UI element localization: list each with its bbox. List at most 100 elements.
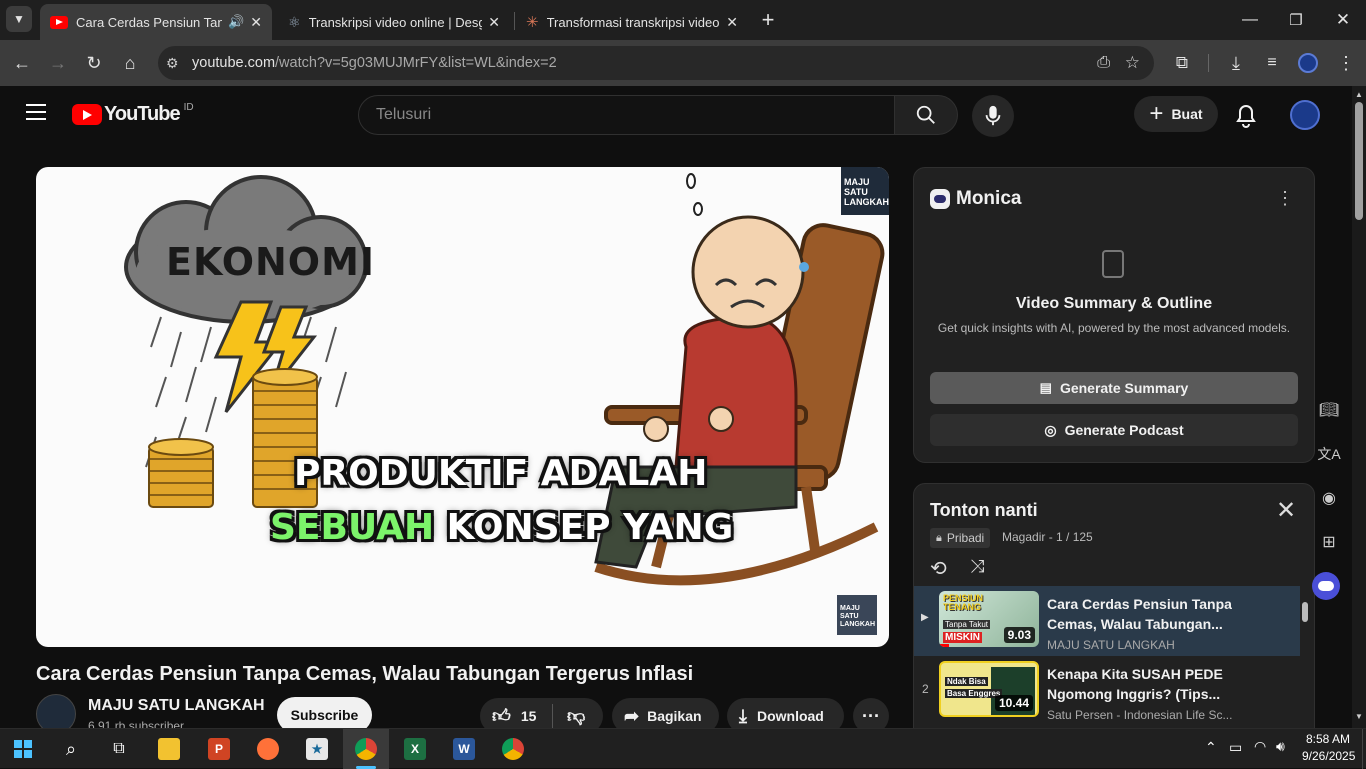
- wifi-icon[interactable]: ◠: [1254, 738, 1266, 755]
- new-tab-button[interactable]: +: [754, 6, 782, 34]
- like-button[interactable]: 👍︎ 15: [480, 705, 552, 727]
- address-bar[interactable]: ⚙ youtube.com/watch?v=5g03MUJMrFY&list=W…: [158, 46, 1154, 80]
- battery-icon[interactable]: ▭: [1229, 739, 1242, 756]
- privacy-label: Pribadi: [946, 531, 985, 545]
- download-label: Download: [756, 708, 824, 724]
- playlist-scrollbar[interactable]: [1302, 602, 1308, 622]
- share-icon: ➦: [624, 705, 640, 726]
- scrollbar-thumb[interactable]: [1355, 102, 1363, 220]
- hamburger-menu-icon[interactable]: [26, 104, 46, 120]
- summary-icon: ▤: [1039, 380, 1052, 395]
- file-explorer-icon[interactable]: [146, 729, 192, 769]
- voice-search-button[interactable]: [972, 95, 1014, 137]
- reader-book-icon[interactable]: 📖︎: [1314, 395, 1344, 425]
- tab-youtube[interactable]: Cara Cerdas Pensiun Tanpa Cemas 🔊 ✕: [40, 4, 272, 40]
- chrome-active-icon[interactable]: [343, 729, 389, 769]
- playlist-item-title: Cara Cerdas Pensiun Tanpa Cemas, Walau T…: [1047, 596, 1232, 632]
- close-playlist-icon[interactable]: ✕: [1276, 496, 1296, 525]
- channel-name[interactable]: MAJU SATU LANGKAH: [88, 697, 265, 715]
- youtube-logo[interactable]: YouTube ID: [72, 102, 194, 126]
- restore-button[interactable]: ❐: [1282, 6, 1310, 34]
- toolbar-divider: [1208, 54, 1209, 72]
- firefox-icon[interactable]: [245, 729, 291, 769]
- volume-icon[interactable]: 🔊︎: [1276, 738, 1285, 755]
- bookmark-app-icon[interactable]: ★: [294, 729, 340, 769]
- playlist-title[interactable]: Tonton nanti: [930, 500, 1038, 521]
- clock-time[interactable]: 8:58 AM: [1306, 732, 1350, 746]
- back-button[interactable]: ←: [8, 49, 36, 77]
- show-desktop-button[interactable]: [1362, 729, 1366, 769]
- thumb-text-top: PENSIUN TENANG: [943, 593, 984, 612]
- caption-rest: KONSEP YANG: [446, 507, 734, 548]
- account-avatar[interactable]: [1290, 100, 1320, 130]
- channel-avatar[interactable]: [36, 694, 76, 728]
- minimize-button[interactable]: —: [1236, 6, 1264, 34]
- thumbs-down-icon: 👎︎: [567, 706, 586, 726]
- scroll-up-arrow[interactable]: ▲: [1355, 90, 1363, 99]
- tab-search-button[interactable]: ▼: [6, 6, 32, 32]
- task-view-icon[interactable]: ⧉: [96, 729, 142, 769]
- close-tab-icon[interactable]: ✕: [726, 14, 738, 31]
- extensions-icon[interactable]: ⧉: [1168, 49, 1196, 77]
- playlist-item[interactable]: ▶ PENSIUN TENANG Tanpa Takut MISKIN 9.03…: [914, 586, 1300, 656]
- generate-summary-button[interactable]: ▤ Generate Summary: [930, 372, 1298, 404]
- close-tab-icon[interactable]: ✕: [250, 14, 262, 31]
- video-player[interactable]: EKONOMI PRODUKTIF ADALAH SEBUAH KONSEP Y…: [36, 167, 889, 647]
- playlist-item[interactable]: 2 Ndak Bisa Basa Enggres 10.44 Kenapa Ki…: [914, 656, 1300, 726]
- media-control-icon[interactable]: ≡: [1258, 49, 1286, 77]
- more-actions-button[interactable]: ···: [853, 698, 889, 728]
- monica-launcher-icon[interactable]: [1312, 572, 1340, 600]
- create-button[interactable]: + Buat: [1134, 96, 1218, 132]
- scroll-down-arrow[interactable]: ▼: [1355, 712, 1363, 721]
- tab-transformasi[interactable]: ✳ Transformasi transkripsi video m ✕: [516, 4, 748, 40]
- subscribe-button[interactable]: Subscribe: [277, 697, 372, 728]
- download-icon: ⤓: [739, 705, 747, 726]
- close-window-button[interactable]: ✕: [1329, 6, 1357, 34]
- install-app-icon[interactable]: ⎙: [1097, 54, 1110, 72]
- show-hidden-icons[interactable]: ⌃: [1205, 739, 1217, 756]
- monica-logo-icon: [930, 189, 950, 209]
- forward-button[interactable]: →: [44, 49, 72, 77]
- notifications-bell-icon[interactable]: [1234, 102, 1258, 133]
- taskbar-search-icon[interactable]: ⌕: [48, 729, 94, 769]
- thumb-text-top: Ndak Bisa: [945, 677, 988, 686]
- channel-watermark-bottom[interactable]: MAJU SATU LANGKAH: [837, 595, 877, 635]
- audio-playing-icon[interactable]: 🔊: [228, 14, 244, 30]
- page-scrollbar[interactable]: ▲ ▼: [1352, 86, 1366, 728]
- apps-grid-icon[interactable]: ⊞: [1314, 527, 1344, 557]
- loop-icon[interactable]: ⟲: [930, 556, 947, 581]
- playlist-meta: Magadir - 1 / 125: [1002, 530, 1093, 544]
- url-host: youtube.com: [192, 55, 276, 71]
- search-input[interactable]: Telusuri: [358, 95, 895, 135]
- shuffle-icon[interactable]: ⤨: [970, 556, 984, 577]
- share-label: Bagikan: [647, 708, 702, 724]
- downloads-icon[interactable]: ⤓: [1222, 49, 1250, 77]
- profile-avatar[interactable]: [1294, 49, 1322, 77]
- site-info-icon[interactable]: ⚙: [166, 55, 188, 72]
- clock-date[interactable]: 9/26/2025: [1302, 749, 1355, 763]
- search-button[interactable]: [894, 95, 958, 135]
- share-button[interactable]: ➦ Bagikan: [612, 698, 719, 728]
- powerpoint-icon[interactable]: P: [196, 729, 242, 769]
- chrome-profile-icon[interactable]: [490, 729, 536, 769]
- dislike-button[interactable]: 👎︎: [553, 705, 585, 727]
- playlist-item-channel: MAJU SATU LANGKAH: [1047, 638, 1175, 652]
- browser-menu-icon[interactable]: ⋮: [1332, 49, 1360, 77]
- close-tab-icon[interactable]: ✕: [488, 14, 500, 31]
- generate-podcast-button[interactable]: ◎ Generate Podcast: [930, 414, 1298, 446]
- word-icon[interactable]: W: [441, 729, 487, 769]
- reload-button[interactable]: ↻: [80, 49, 108, 77]
- windows-taskbar: ⌕ ⧉ P ★ X W ⌃ ▭ ◠ 🔊︎ 8:58 AM 9/26/2025: [0, 728, 1366, 769]
- tab-transkripsi[interactable]: ⚛ Transkripsi video online | Desgn ✕: [278, 4, 510, 40]
- url-path: /watch?v=5g03MUJMrFY&list=WL&index=2: [275, 55, 557, 71]
- home-button[interactable]: ⌂: [116, 49, 144, 77]
- bookmark-star-icon[interactable]: ☆: [1125, 53, 1140, 73]
- microphone-icon: [985, 105, 1001, 126]
- download-button[interactable]: ⤓ Download: [727, 698, 844, 728]
- thumbs-up-icon: 👍︎: [492, 706, 511, 726]
- broadcast-icon[interactable]: ◉: [1314, 483, 1344, 513]
- excel-icon[interactable]: X: [392, 729, 438, 769]
- start-button[interactable]: [0, 729, 46, 769]
- monica-menu-icon[interactable]: ⋮: [1276, 188, 1294, 209]
- translate-icon[interactable]: 文A: [1314, 439, 1344, 469]
